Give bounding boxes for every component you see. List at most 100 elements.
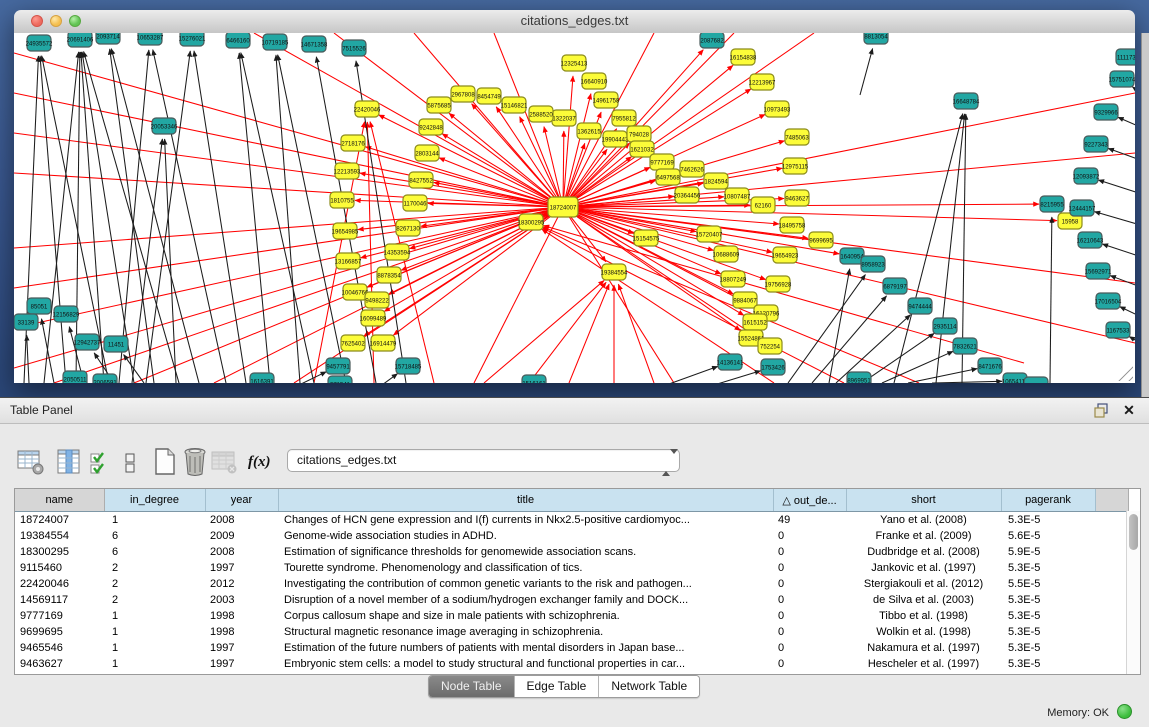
- network-node[interactable]: 9777169: [650, 154, 674, 170]
- table-cell[interactable]: Franke et al. (2009): [846, 528, 1001, 544]
- table-cell[interactable]: 18724007: [15, 512, 104, 529]
- network-node[interactable]: 12213967: [749, 74, 776, 90]
- network-node[interactable]: 10973493: [764, 101, 791, 117]
- table-cell[interactable]: de Silva et al. (2003): [846, 592, 1001, 608]
- network-node[interactable]: 1753426: [761, 359, 785, 375]
- network-node[interactable]: 14961758: [593, 92, 620, 108]
- table-cell[interactable]: Wolkin et al. (1998): [846, 624, 1001, 640]
- table-row[interactable]: 2242004622012Investigating the contribut…: [15, 576, 1128, 592]
- table-cell[interactable]: 5.5E-5: [1001, 576, 1095, 592]
- network-node[interactable]: 18495758: [779, 217, 806, 233]
- network-node[interactable]: 2087682: [700, 33, 724, 48]
- tab-node-table[interactable]: Node Table: [429, 676, 514, 697]
- network-node[interactable]: 14353594: [384, 244, 411, 260]
- tab-edge-table[interactable]: Edge Table: [514, 676, 599, 697]
- network-node[interactable]: 9329966: [1094, 104, 1118, 120]
- column-header-in_degree[interactable]: in_degree: [104, 489, 205, 512]
- network-node[interactable]: 8471676: [978, 358, 1002, 374]
- table-cell[interactable]: 9115460: [15, 560, 104, 576]
- tab-network-table[interactable]: Network Table: [598, 676, 699, 697]
- network-node[interactable]: 1362615: [577, 123, 601, 139]
- table-cell[interactable]: Tourette syndrome. Phenomenology and cla…: [278, 560, 773, 576]
- network-node[interactable]: 12975115: [782, 158, 809, 174]
- network-node[interactable]: 19756928: [765, 276, 792, 292]
- network-node[interactable]: 15276021: [179, 33, 206, 46]
- table-mode-icon[interactable]: [17, 449, 45, 481]
- table-cell[interactable]: 49: [773, 512, 846, 529]
- table-cell[interactable]: 1997: [205, 640, 278, 656]
- network-window-titlebar[interactable]: citations_edges.txt: [14, 10, 1135, 34]
- table-cell[interactable]: Estimation of significance thresholds fo…: [278, 544, 773, 560]
- network-node[interactable]: 7485063: [785, 129, 809, 145]
- network-node[interactable]: 12942737: [74, 334, 101, 350]
- table-row[interactable]: 1456911722003Disruption of a novel membe…: [15, 592, 1128, 608]
- network-node[interactable]: 15718485: [395, 358, 422, 374]
- network-node[interactable]: 16099489: [360, 310, 387, 326]
- network-node[interactable]: 14671358: [301, 36, 328, 52]
- network-node[interactable]: 85051: [27, 298, 51, 314]
- network-node[interactable]: 15751074: [1109, 71, 1135, 87]
- network-node[interactable]: 7955812: [612, 110, 636, 126]
- network-node[interactable]: 19904443: [602, 131, 629, 147]
- column-header-short[interactable]: short: [846, 489, 1001, 512]
- table-cell[interactable]: 1: [104, 640, 205, 656]
- network-node[interactable]: 33139: [14, 314, 38, 330]
- table-cell[interactable]: Stergiakouli et al. (2012): [846, 576, 1001, 592]
- table-cell[interactable]: 2: [104, 592, 205, 608]
- network-node[interactable]: 7625402: [341, 335, 365, 351]
- table-cell[interactable]: 5.9E-5: [1001, 544, 1095, 560]
- table-cell[interactable]: 0: [773, 560, 846, 576]
- table-cell[interactable]: 5.3E-5: [1001, 592, 1095, 608]
- table-cell[interactable]: 22420046: [15, 576, 104, 592]
- row-height-icon[interactable]: [124, 453, 138, 478]
- table-cell[interactable]: 5.3E-5: [1001, 512, 1095, 529]
- table-cell[interactable]: 1: [104, 656, 205, 672]
- network-node[interactable]: 9245652: [1024, 377, 1048, 383]
- table-cell[interactable]: 1: [104, 608, 205, 624]
- table-row[interactable]: 946554611997Estimation of the future num…: [15, 640, 1128, 656]
- network-node[interactable]: 12093872: [1073, 168, 1100, 184]
- network-node[interactable]: 9227343: [1084, 136, 1108, 152]
- table-cell[interactable]: Jankovic et al. (1997): [846, 560, 1001, 576]
- network-node[interactable]: 8427552: [409, 172, 433, 188]
- table-cell[interactable]: 9777169: [15, 608, 104, 624]
- table-row[interactable]: 946362711997Embryonic stem cells: a mode…: [15, 656, 1128, 672]
- table-cell[interactable]: 6: [104, 528, 205, 544]
- network-node[interactable]: 13166857: [335, 253, 362, 269]
- table-cell[interactable]: Hescheler et al. (1997): [846, 656, 1001, 672]
- column-header-pagerank[interactable]: pagerank: [1001, 489, 1095, 512]
- column-visibility-icon[interactable]: [57, 449, 81, 480]
- column-header-year[interactable]: year: [205, 489, 278, 512]
- table-row[interactable]: 1830029562008Estimation of significance …: [15, 544, 1128, 560]
- table-cell[interactable]: 14569117: [15, 592, 104, 608]
- table-cell[interactable]: 2008: [205, 544, 278, 560]
- table-cell[interactable]: 2: [104, 560, 205, 576]
- network-node[interactable]: 10688609: [713, 246, 740, 262]
- close-panel-icon[interactable]: ✕: [1121, 400, 1137, 418]
- network-node[interactable]: 15720407: [696, 226, 723, 242]
- table-scrollbar[interactable]: [1126, 511, 1140, 674]
- table-cell[interactable]: 0: [773, 576, 846, 592]
- network-node[interactable]: 8969951: [847, 372, 871, 383]
- table-cell[interactable]: 0: [773, 624, 846, 640]
- table-cell[interactable]: 5.3E-5: [1001, 560, 1095, 576]
- table-cell[interactable]: 2012: [205, 576, 278, 592]
- zoom-traffic-light[interactable]: [69, 15, 81, 27]
- network-node[interactable]: 1167533: [1106, 322, 1130, 338]
- close-traffic-light[interactable]: [31, 15, 43, 27]
- network-node[interactable]: 10807487: [724, 188, 751, 204]
- network-view[interactable]: 1872400712325413166409101496175879558121…: [14, 33, 1135, 383]
- network-node[interactable]: 1516161: [522, 375, 546, 383]
- table-cell[interactable]: 19384554: [15, 528, 104, 544]
- table-cell[interactable]: Dudbridge et al. (2008): [846, 544, 1001, 560]
- network-node[interactable]: 2588520: [529, 106, 553, 122]
- network-node[interactable]: 9498222: [365, 292, 389, 308]
- table-cell[interactable]: 0: [773, 544, 846, 560]
- network-node[interactable]: 16154838: [730, 49, 757, 65]
- table-cell[interactable]: 9465546: [15, 640, 104, 656]
- network-node[interactable]: 15692971: [1085, 263, 1112, 279]
- column-header-name[interactable]: name: [15, 489, 104, 512]
- network-node[interactable]: 2718176: [341, 135, 365, 151]
- network-node[interactable]: 16640910: [581, 73, 608, 89]
- network-node[interactable]: 6497568: [656, 169, 680, 185]
